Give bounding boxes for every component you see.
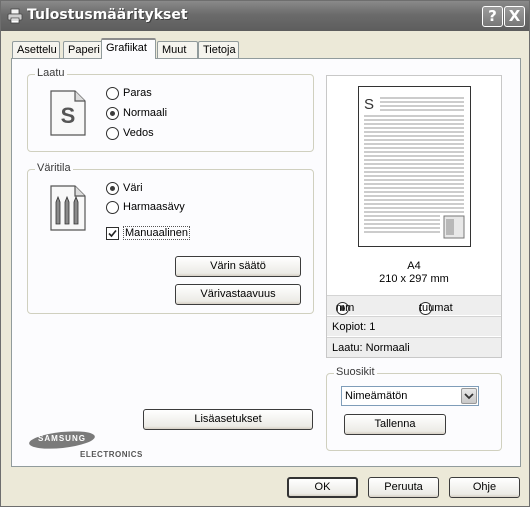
tab-label: Asettelu <box>17 44 57 56</box>
favorites-group: Suosikit <box>326 366 502 451</box>
radio-label: Vedos <box>123 127 154 139</box>
radio-label: Väri <box>123 182 143 194</box>
favorites-group-label: Suosikit <box>334 366 377 378</box>
radio-label: tuumat <box>419 302 453 314</box>
ok-button[interactable]: OK <box>287 477 358 498</box>
button-label: Peruuta <box>384 481 423 493</box>
advanced-options-button[interactable]: Lisäasetukset <box>143 409 313 430</box>
quality-group: Laatu S Paras Normaali Vedos <box>27 67 314 152</box>
quality-document-icon: S <box>50 90 86 136</box>
color-adjust-button[interactable]: Värin säätö <box>175 256 301 277</box>
close-title-label: X <box>508 7 521 25</box>
color-matching-button[interactable]: Värivastaavuus <box>175 284 301 305</box>
radio-vedos[interactable] <box>106 127 119 140</box>
page-preview-panel: S A4 210 x 297 mm mm tuumat Kopiot: 1 La… <box>326 75 502 358</box>
tab-label: Paperi <box>68 44 100 56</box>
radio-label: mm <box>336 302 355 314</box>
window-title: Tulostusmääritykset <box>27 7 188 23</box>
radio-paras[interactable] <box>106 87 119 100</box>
button-label: Tallenna <box>374 418 416 430</box>
tab-muut[interactable]: Muut <box>157 41 198 59</box>
paper-size: 210 x 297 mm <box>379 273 449 285</box>
radio-label: Harmaasävy <box>123 201 185 213</box>
radio-label: Normaali <box>123 107 168 119</box>
tab-tietoja[interactable]: Tietoja <box>198 41 239 59</box>
cancel-button[interactable]: Peruuta <box>368 477 439 498</box>
radio-label: Paras <box>123 87 152 99</box>
button-label: Värin säätö <box>210 260 266 272</box>
chevron-down-icon[interactable] <box>461 388 477 404</box>
save-favorite-button[interactable]: Tallenna <box>344 414 446 435</box>
help-title-button[interactable]: ? <box>482 6 503 27</box>
button-label[interactable]: OK <box>315 481 331 493</box>
paper-name: A4 <box>407 260 421 272</box>
title-bar[interactable]: Tulostusmääritykset ? X <box>1 1 529 31</box>
button-label: Värivastaavuus <box>200 288 276 300</box>
chevron-down-glyph <box>464 393 474 400</box>
radio-harmaasavy[interactable] <box>106 201 119 214</box>
preview-page-letter: S <box>364 96 374 113</box>
close-title-button[interactable]: X <box>504 6 525 27</box>
button-label: Lisäasetukset <box>194 413 262 425</box>
units-row: mm tuumat <box>327 295 501 315</box>
button-label: Ohje <box>472 481 497 493</box>
quality-summary-row: Laatu: Normaali <box>327 337 501 357</box>
favorites-selected-value: Nimeämätön <box>345 390 408 402</box>
printer-icon <box>7 8 23 24</box>
page-preview-image: S <box>358 86 471 247</box>
copies-text: Kopiot: 1 <box>332 321 376 333</box>
radio-normaali[interactable] <box>106 107 119 120</box>
checkbox-manual[interactable] <box>106 227 119 240</box>
radio-vari[interactable] <box>106 182 119 195</box>
quality-summary-text: Laatu: Normaali <box>332 342 410 354</box>
tab-asettelu[interactable]: Asettelu <box>12 41 60 59</box>
help-title-label: ? <box>488 7 497 25</box>
tab-paperi[interactable]: Paperi <box>63 41 103 59</box>
quality-group-label: Laatu <box>35 67 67 79</box>
tab-label: Grafiikat <box>106 42 147 54</box>
help-button[interactable]: Ohje <box>449 477 520 498</box>
tab-label: Muut <box>162 44 187 56</box>
tab-grafiikat[interactable]: Grafiikat <box>101 38 156 59</box>
tab-label: Tietoja <box>203 44 236 56</box>
favorites-select[interactable]: Nimeämätön <box>341 386 479 406</box>
svg-text:S: S <box>61 103 76 128</box>
manual-label: Manuaalinen <box>123 226 190 240</box>
color-pencils-icon <box>50 185 86 231</box>
color-mode-group-label: Väritila <box>35 162 73 174</box>
checkmark-icon <box>108 229 117 238</box>
copies-row: Kopiot: 1 <box>327 316 501 336</box>
brand-sub: ELECTRONICS <box>80 450 143 459</box>
samsung-electronics-logo: SAMSUNG ELECTRONICS <box>28 431 142 461</box>
brand-name: SAMSUNG <box>38 434 86 443</box>
print-preferences-dialog: Tulostusmääritykset ? X Asettelu Paperi … <box>0 0 530 507</box>
